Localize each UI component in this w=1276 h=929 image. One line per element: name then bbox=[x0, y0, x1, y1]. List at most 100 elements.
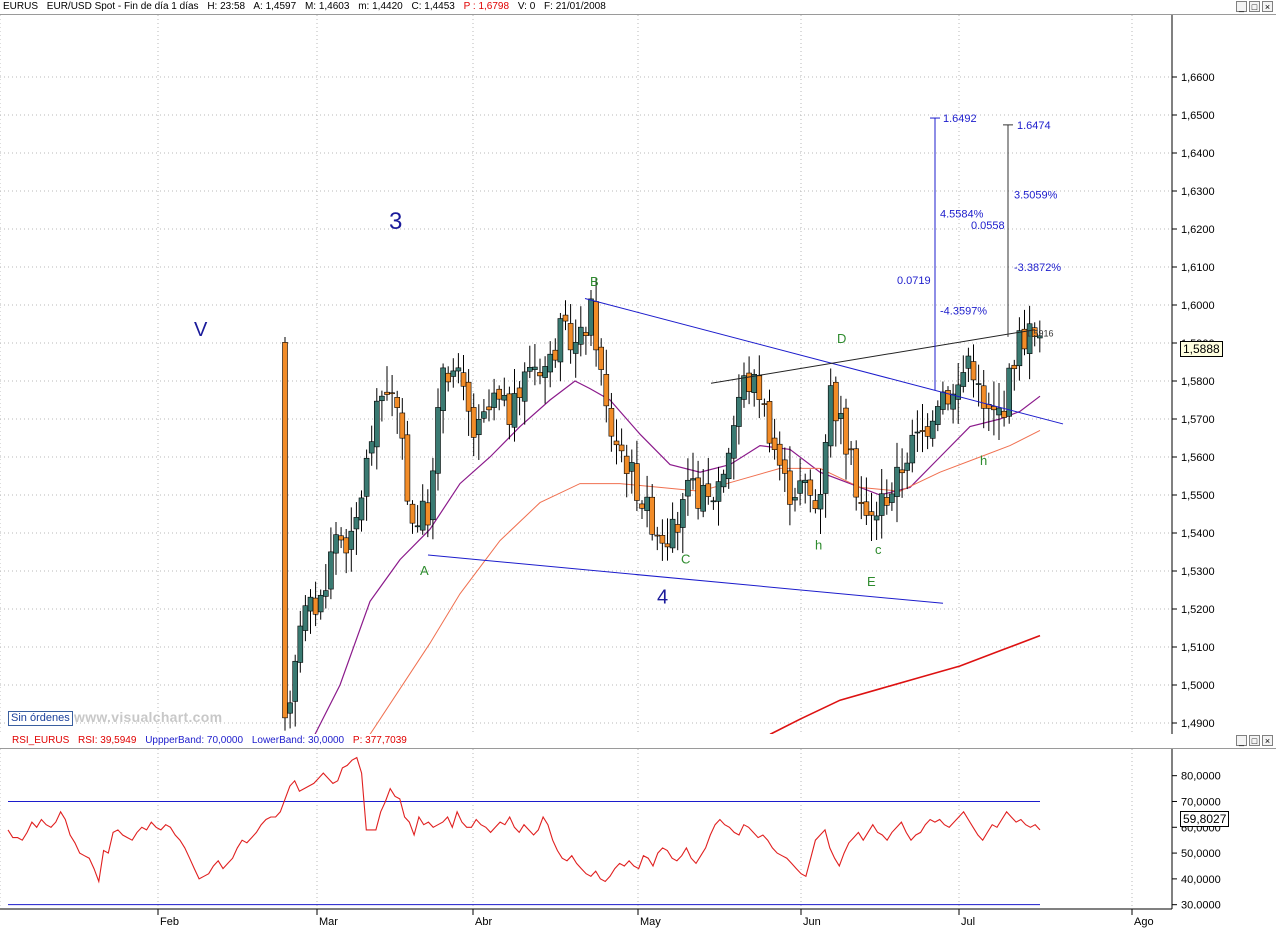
candle-bullish bbox=[873, 515, 880, 521]
date-tick-label: Jul bbox=[961, 916, 975, 928]
candle-bullish bbox=[557, 318, 564, 363]
target1-price: 1.6492 bbox=[943, 113, 977, 125]
main-pane-header: EURUS EUR/USD Spot - Fin de día 1 días H… bbox=[0, 0, 1276, 15]
rsi-maximize-button[interactable]: □ bbox=[1249, 735, 1260, 746]
candle-bullish bbox=[685, 479, 691, 497]
candle-bearish bbox=[639, 503, 645, 509]
candle-bearish bbox=[445, 372, 452, 383]
candle-bearish bbox=[470, 407, 477, 438]
rsi-y-tick-label: 50,0000 bbox=[1181, 848, 1221, 860]
candle-bullish bbox=[358, 497, 365, 521]
candle-bullish bbox=[1016, 330, 1023, 367]
wave-label-v: V bbox=[194, 319, 208, 341]
candle-bullish bbox=[628, 462, 635, 472]
candle-bullish bbox=[440, 367, 446, 411]
candle-bullish bbox=[802, 479, 809, 483]
main-window-buttons: _ □ × bbox=[1236, 1, 1273, 12]
axis-background bbox=[1172, 15, 1276, 735]
candle-bearish bbox=[695, 477, 701, 509]
candle-bearish bbox=[746, 372, 752, 392]
candle-bearish bbox=[945, 390, 951, 405]
minimize-button[interactable]: _ bbox=[1236, 1, 1247, 12]
header-v: V: 0 bbox=[517, 1, 536, 12]
candle-bullish bbox=[909, 434, 916, 464]
candle-bearish bbox=[919, 430, 926, 432]
candle-bullish bbox=[710, 500, 717, 503]
candle-bearish bbox=[787, 470, 793, 505]
rsi-name: RSI_EURUS bbox=[12, 735, 70, 746]
header-h: H: 23:58 bbox=[207, 1, 246, 12]
candle-bullish bbox=[720, 473, 727, 488]
header-c: C: 1,4453 bbox=[411, 1, 455, 12]
rsi-close-button[interactable]: × bbox=[1262, 735, 1273, 746]
candle-bearish bbox=[634, 463, 640, 501]
maximize-button[interactable]: □ bbox=[1249, 1, 1260, 12]
date-tick-label: Ago bbox=[1134, 916, 1154, 928]
target1-pct-down: -4.3597% bbox=[940, 306, 987, 318]
candle-bearish bbox=[899, 469, 905, 474]
y-tick-label: 1,4900 bbox=[1181, 718, 1215, 730]
close-button[interactable]: × bbox=[1262, 1, 1273, 12]
candle-bearish bbox=[389, 392, 395, 395]
symbol-description: EUR/USD Spot - Fin de día 1 días bbox=[46, 1, 199, 12]
candle-bullish bbox=[292, 660, 299, 702]
candle-bullish bbox=[730, 425, 737, 459]
candle-bearish bbox=[863, 501, 870, 516]
candle-bullish bbox=[878, 493, 885, 516]
candle-bullish bbox=[725, 452, 732, 480]
candle-bullish bbox=[501, 395, 508, 401]
candle-bullish bbox=[373, 400, 380, 448]
candle-bearish bbox=[756, 375, 763, 400]
candle-bearish bbox=[608, 408, 615, 437]
candle-bearish bbox=[924, 426, 931, 437]
target1-pct-up: 4.5584% bbox=[940, 209, 984, 221]
candle-bullish bbox=[542, 366, 548, 378]
wave-label-4: 4 bbox=[657, 587, 668, 609]
rsi-minimize-button[interactable]: _ bbox=[1236, 735, 1247, 746]
rsi-upper: UppperBand: 70,0000 bbox=[145, 735, 244, 746]
candle-bearish bbox=[603, 374, 610, 407]
candle-bearish bbox=[496, 388, 503, 400]
candle-bullish bbox=[455, 367, 462, 372]
candle-bearish bbox=[613, 440, 620, 446]
date-tick-label: Jun bbox=[803, 916, 821, 928]
rsi-window-buttons: _ □ × bbox=[1236, 735, 1273, 746]
candle-bullish bbox=[797, 480, 803, 494]
candle-bearish bbox=[843, 407, 849, 455]
candle-bearish bbox=[506, 393, 513, 425]
pattern-point-label: D bbox=[837, 331, 846, 346]
candle-bearish bbox=[424, 502, 431, 526]
header-m: M: 1,4603 bbox=[304, 1, 350, 12]
candle-bearish bbox=[537, 372, 543, 377]
candle-bullish bbox=[532, 366, 538, 370]
candle-bullish bbox=[368, 441, 375, 454]
candle-bullish bbox=[950, 393, 956, 410]
price-chart[interactable]: 1,4900 1,5000 1,5100 1,5200 1,5300 1,5400 1,55… bbox=[0, 15, 1276, 735]
candle-bearish bbox=[991, 406, 997, 411]
candle-bearish bbox=[338, 535, 344, 541]
y-tick-label: 1,6100 bbox=[1181, 262, 1215, 274]
candle-bullish bbox=[322, 590, 329, 597]
candle-bearish bbox=[623, 455, 630, 474]
y-tick-label: 1,6200 bbox=[1181, 224, 1215, 236]
candle-bullish bbox=[700, 485, 707, 512]
candle-bullish bbox=[430, 470, 436, 521]
candle-bullish bbox=[475, 419, 482, 436]
candle-bearish bbox=[705, 483, 712, 497]
candle-bullish bbox=[333, 534, 339, 554]
no-orders-button[interactable]: Sin órdenes bbox=[8, 711, 73, 726]
header-a: A: 1,4597 bbox=[253, 1, 297, 12]
rsi-y-tick-label: 80,0000 bbox=[1181, 771, 1221, 783]
pattern-point-label: C bbox=[681, 551, 690, 566]
target2-points: 0.0558 bbox=[971, 220, 1005, 232]
candle-bearish bbox=[384, 391, 390, 395]
watermark-logo: www.visualchart.com bbox=[74, 709, 223, 725]
candle-bearish bbox=[598, 346, 605, 370]
pattern-point-label: E bbox=[867, 574, 876, 589]
rsi-chart[interactable]: 30,000040,000050,000060,000070,000080,00… bbox=[0, 749, 1276, 929]
candle-bullish bbox=[894, 466, 900, 497]
date-tick-label: Feb bbox=[160, 916, 179, 928]
candle-bearish bbox=[404, 434, 411, 502]
candle-bearish bbox=[394, 397, 401, 408]
header-p: P : 1,6798 bbox=[463, 1, 510, 12]
